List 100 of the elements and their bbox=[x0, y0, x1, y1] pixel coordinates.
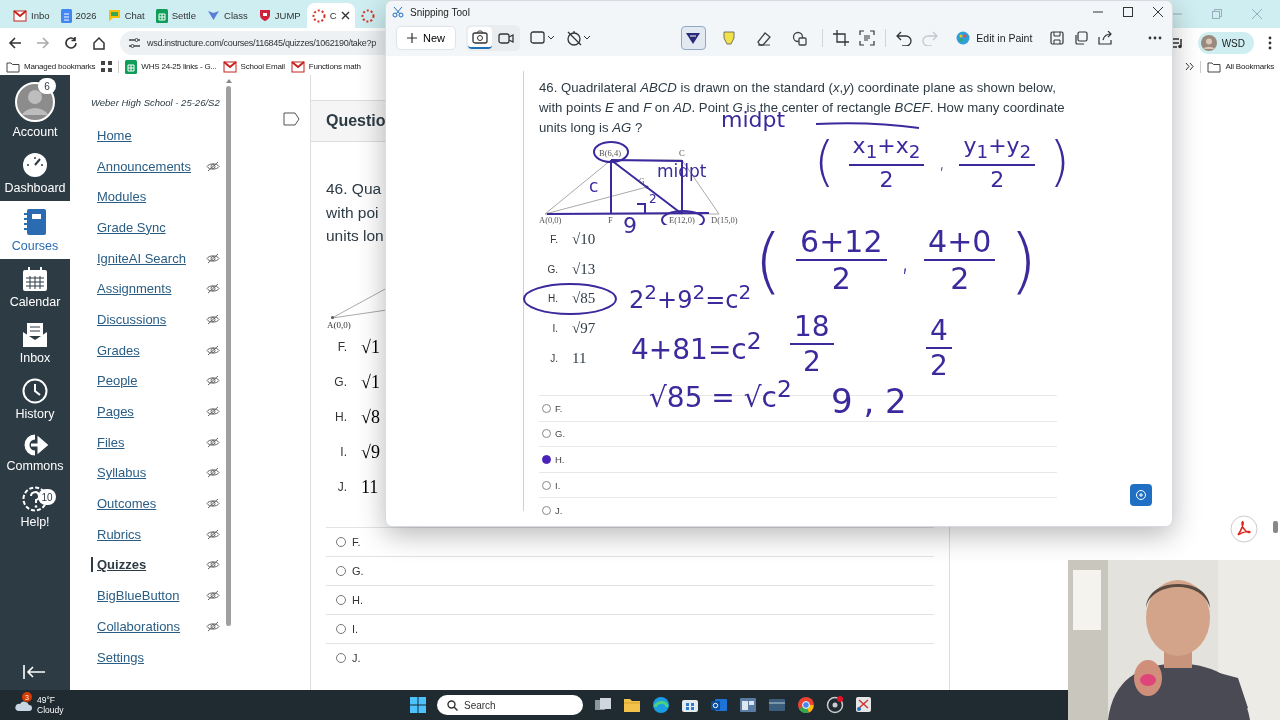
course-nav-link[interactable]: Grade Sync bbox=[91, 219, 166, 235]
close-icon[interactable] bbox=[340, 11, 350, 20]
bookmark-link[interactable]: Managed bookmarks bbox=[6, 60, 96, 73]
rectangle-mode-icon[interactable] bbox=[530, 30, 556, 46]
course-nav-link[interactable]: Pages bbox=[91, 404, 134, 420]
course-nav-link[interactable]: BigBlueButton bbox=[91, 588, 180, 604]
close-icon[interactable] bbox=[1153, 7, 1163, 17]
temperature-text: 49°F bbox=[37, 695, 57, 705]
profile-chip[interactable]: WSD bbox=[1197, 32, 1254, 54]
answer-value: √85 bbox=[572, 290, 596, 308]
snipping-tool-icon[interactable] bbox=[855, 696, 873, 714]
nav-item[interactable]: History bbox=[0, 371, 70, 427]
course-nav-link[interactable]: Outcomes bbox=[91, 496, 157, 512]
more-icon[interactable] bbox=[1148, 36, 1162, 40]
answer-letter: I. bbox=[551, 323, 558, 335]
apps-grid-icon[interactable] bbox=[101, 61, 113, 72]
chrome-icon[interactable] bbox=[797, 696, 815, 714]
course-nav-link[interactable]: People bbox=[91, 373, 138, 389]
handwritten-fraction: y$_{1}$+y$_{2}$ 2 bbox=[959, 134, 1036, 191]
pdf-icon[interactable] bbox=[1230, 515, 1258, 543]
new-button[interactable]: New bbox=[396, 26, 456, 50]
course-nav-link[interactable]: Assignments bbox=[91, 281, 172, 297]
chevron-icon[interactable] bbox=[1185, 62, 1195, 71]
app-window-icon[interactable] bbox=[768, 697, 786, 713]
address-field[interactable]: wsd.instructure.com/courses/116845/quizzes/1062190/take?p bbox=[120, 31, 386, 55]
radio-button[interactable] bbox=[542, 454, 551, 464]
search-field[interactable]: Search bbox=[437, 695, 583, 715]
browser-tab[interactable]: C bbox=[306, 3, 355, 28]
browser-tab[interactable]: Class bbox=[202, 3, 253, 28]
answer-option[interactable]: H. bbox=[326, 584, 934, 614]
browser-icon[interactable] bbox=[652, 696, 670, 714]
scroll-up-icon[interactable] bbox=[225, 79, 232, 83]
course-nav-link[interactable]: Discussions bbox=[91, 311, 167, 327]
answer-option[interactable]: I. bbox=[539, 479, 561, 491]
course-nav-link[interactable]: Modules bbox=[91, 189, 147, 205]
bookmark-flag-icon[interactable] bbox=[283, 112, 300, 126]
course-nav-link[interactable]: Announcements bbox=[91, 158, 191, 174]
home-icon[interactable] bbox=[92, 36, 106, 50]
store-icon[interactable] bbox=[681, 697, 699, 713]
task-view-icon[interactable] bbox=[594, 697, 612, 713]
nav-item[interactable]: Account 6 bbox=[0, 75, 70, 145]
back-icon[interactable] bbox=[8, 36, 22, 50]
course-nav-link[interactable]: Grades bbox=[91, 342, 140, 358]
chat-icon bbox=[107, 9, 121, 22]
edit-in-paint-button[interactable]: Edit in Paint bbox=[948, 31, 1041, 45]
copy-icon[interactable] bbox=[1074, 31, 1089, 45]
course-nav-link[interactable]: Syllabus bbox=[91, 465, 147, 481]
nav-item[interactable]: Inbox bbox=[0, 315, 70, 371]
course-nav-link[interactable]: Quizzes bbox=[91, 557, 147, 573]
course-nav-link[interactable]: Collaborations bbox=[91, 618, 181, 634]
answer-option[interactable]: H. bbox=[539, 453, 565, 465]
answer-value: 11 bbox=[361, 476, 379, 498]
maximize-icon[interactable] bbox=[1123, 7, 1133, 17]
browser-tab[interactable]: 2026 bbox=[55, 3, 102, 28]
answer-option[interactable]: F. bbox=[539, 402, 563, 414]
answer-option[interactable]: G. bbox=[539, 428, 566, 440]
mail-app-icon[interactable] bbox=[710, 697, 728, 713]
collapse-icon[interactable] bbox=[22, 664, 46, 680]
tune-icon bbox=[128, 37, 141, 49]
bookmark-link[interactable]: All Bookmarks bbox=[1207, 60, 1274, 73]
course-nav-link[interactable]: Settings bbox=[91, 649, 144, 665]
bookmark-link[interactable]: WHS 24-25 links - G... bbox=[125, 59, 217, 74]
nav-item[interactable]: Dashboard bbox=[0, 145, 70, 201]
browser-tab[interactable]: Chat bbox=[102, 3, 150, 28]
nav-item[interactable]: Calendar bbox=[0, 259, 70, 315]
scrollbar-thumb[interactable] bbox=[1273, 521, 1278, 533]
record-app-icon[interactable] bbox=[826, 696, 844, 714]
answer-option[interactable]: J. bbox=[326, 642, 934, 672]
course-nav-link[interactable]: IgniteAI Search bbox=[91, 250, 186, 266]
bookmark-link[interactable]: School Email bbox=[222, 60, 285, 73]
text-actions-icon[interactable] bbox=[859, 30, 876, 46]
nav-item[interactable]: Help! 10 bbox=[0, 479, 70, 535]
answer-option[interactable]: I. bbox=[326, 613, 934, 643]
pen-tool-button[interactable] bbox=[680, 26, 706, 50]
timer-off-icon[interactable] bbox=[566, 30, 592, 46]
menu-icon[interactable] bbox=[1268, 36, 1272, 50]
app-window-icon[interactable] bbox=[739, 697, 757, 713]
nav-item[interactable]: Courses bbox=[0, 201, 70, 259]
capture-mode-button[interactable] bbox=[468, 27, 492, 49]
course-nav-link[interactable]: Home bbox=[91, 127, 132, 143]
course-nav-link[interactable]: Files bbox=[91, 434, 125, 450]
share-icon[interactable] bbox=[1098, 31, 1113, 45]
bookmark-link[interactable]: Functions math bbox=[290, 60, 361, 73]
folder-icon bbox=[6, 60, 20, 73]
nav-item[interactable]: Commons bbox=[0, 427, 70, 479]
scrollbar-thumb[interactable] bbox=[226, 86, 232, 626]
undo-icon[interactable] bbox=[896, 30, 913, 46]
crop-icon[interactable] bbox=[833, 30, 850, 46]
save-icon[interactable] bbox=[1050, 31, 1065, 45]
reload-icon[interactable] bbox=[64, 36, 78, 50]
answer-option[interactable]: J. bbox=[539, 505, 563, 517]
answer-letter: F. bbox=[336, 340, 347, 354]
browser-tab[interactable]: JUMP bbox=[253, 3, 306, 28]
course-nav-link[interactable]: Rubrics bbox=[91, 526, 142, 542]
browser-tab[interactable]: Inbo bbox=[8, 3, 55, 28]
folder-icon[interactable] bbox=[623, 697, 641, 713]
browser-tab[interactable]: Settle bbox=[150, 3, 201, 28]
feedback-button[interactable] bbox=[1130, 484, 1152, 506]
answer-option[interactable]: G. bbox=[326, 555, 934, 585]
windows-start-icon[interactable] bbox=[410, 697, 426, 713]
